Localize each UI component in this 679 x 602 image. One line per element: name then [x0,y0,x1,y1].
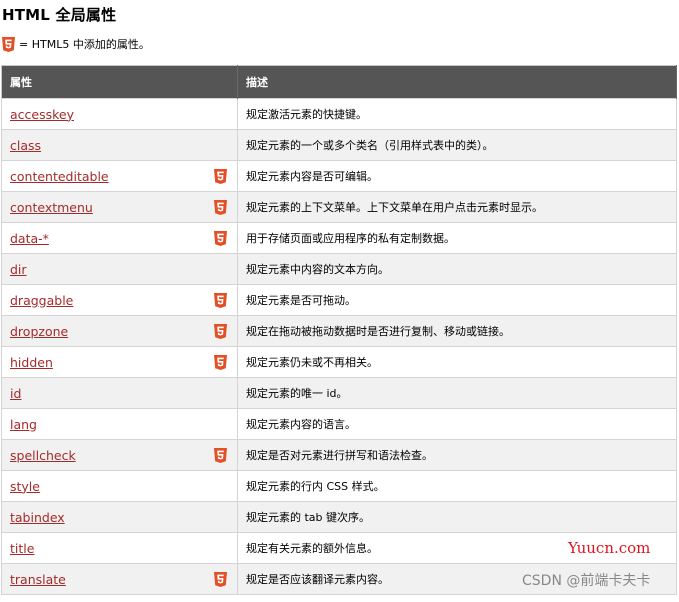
site-watermark: Yuucn.com [568,539,651,557]
table-row: class 规定元素的一个或多个类名（引用样式表中的类）。 [1,129,677,161]
attribute-link[interactable]: dir [10,262,27,277]
table-row: lang 规定元素内容的语言。 [1,408,677,440]
attribute-link[interactable]: draggable [10,293,73,308]
attribute-cell: class [1,129,238,161]
description-cell: 规定元素内容是否可编辑。 [237,160,677,192]
description-cell: 规定元素的上下文菜单。上下文菜单在用户点击元素时显示。 [237,191,677,223]
table-row: spellcheck 规定是否对元素进行拼写和语法检查。 [1,439,677,471]
description-cell: 规定元素的一个或多个类名（引用样式表中的类）。 [237,129,677,161]
table-row: hidden 规定元素仍未或不再相关。 [1,346,677,378]
description-cell: 规定激活元素的快捷键。 [237,98,677,130]
table-row: dropzone 规定在拖动被拖动数据时是否进行复制、移动或链接。 [1,315,677,347]
page-title: HTML 全局属性 [2,6,117,24]
table-row: tabindex 规定元素的 tab 键次序。 [1,501,677,533]
html5-icon [214,572,227,587]
table-header-row: 属性 描述 [1,65,677,99]
attribute-cell: translate [1,563,238,595]
attribute-link[interactable]: dropzone [10,324,68,339]
html5-icon [214,169,227,184]
html5-icon [214,355,227,370]
attribute-cell: contenteditable [1,160,238,192]
global-attributes-table: 属性 描述 accesskey 规定激活元素的快捷键。 class 规定元素的一个或多… [1,65,677,595]
description-cell: 规定元素内容的语言。 [237,408,677,440]
attribute-link[interactable]: translate [10,572,66,587]
attribute-cell: lang [1,408,238,440]
html5-icon [214,231,227,246]
attribute-cell: dir [1,253,238,285]
attribute-cell: tabindex [1,501,238,533]
attribute-link[interactable]: class [10,138,41,153]
attribute-link[interactable]: accesskey [10,107,74,122]
table-row: contenteditable 规定元素内容是否可编辑。 [1,160,677,192]
attribute-link[interactable]: id [10,386,21,401]
html5-icon [214,293,227,308]
attribute-link[interactable]: data-* [10,231,49,246]
attribute-link[interactable]: title [10,541,34,556]
attribute-link[interactable]: contenteditable [10,169,109,184]
table-row: contextmenu 规定元素的上下文菜单。上下文菜单在用户点击元素时显示。 [1,191,677,223]
html5-icon [214,324,227,339]
attribute-link[interactable]: tabindex [10,510,65,525]
attribute-link[interactable]: style [10,479,40,494]
html5-legend: = HTML5 中添加的属性。 [2,36,150,52]
legend-text: = HTML5 中添加的属性。 [19,38,150,51]
table-row: data-* 用于存储页面或应用程序的私有定制数据。 [1,222,677,254]
attribute-link[interactable]: spellcheck [10,448,76,463]
attribute-cell: id [1,377,238,409]
attribute-cell: data-* [1,222,238,254]
description-cell: 用于存储页面或应用程序的私有定制数据。 [237,222,677,254]
description-cell: 规定元素仍未或不再相关。 [237,346,677,378]
attribute-link[interactable]: lang [10,417,37,432]
description-cell: 规定是否对元素进行拼写和语法检查。 [237,439,677,471]
table-row: draggable 规定元素是否可拖动。 [1,284,677,316]
attribute-cell: title [1,532,238,564]
attribute-cell: dropzone [1,315,238,347]
attribute-link[interactable]: hidden [10,355,53,370]
table-row: id 规定元素的唯一 id。 [1,377,677,409]
attribute-cell: spellcheck [1,439,238,471]
attribute-cell: accesskey [1,98,238,130]
html5-icon [214,448,227,463]
html5-icon [214,200,227,215]
description-cell: 规定在拖动被拖动数据时是否进行复制、移动或链接。 [237,315,677,347]
description-cell: 规定元素的 tab 键次序。 [237,501,677,533]
column-header-description: 描述 [237,65,677,99]
description-cell: 规定元素中内容的文本方向。 [237,253,677,285]
table-row: accesskey 规定激活元素的快捷键。 [1,98,677,130]
html5-icon [2,36,15,52]
table-row: dir 规定元素中内容的文本方向。 [1,253,677,285]
column-header-attribute: 属性 [1,65,238,99]
description-cell: 规定元素的行内 CSS 样式。 [237,470,677,502]
attribute-cell: hidden [1,346,238,378]
attribute-cell: style [1,470,238,502]
attribute-cell: draggable [1,284,238,316]
attribute-link[interactable]: contextmenu [10,200,93,215]
attribute-cell: contextmenu [1,191,238,223]
csdn-watermark: CSDN @前端卡夫卡 [522,573,651,589]
description-cell: 规定元素是否可拖动。 [237,284,677,316]
description-cell: 规定元素的唯一 id。 [237,377,677,409]
table-row: style 规定元素的行内 CSS 样式。 [1,470,677,502]
